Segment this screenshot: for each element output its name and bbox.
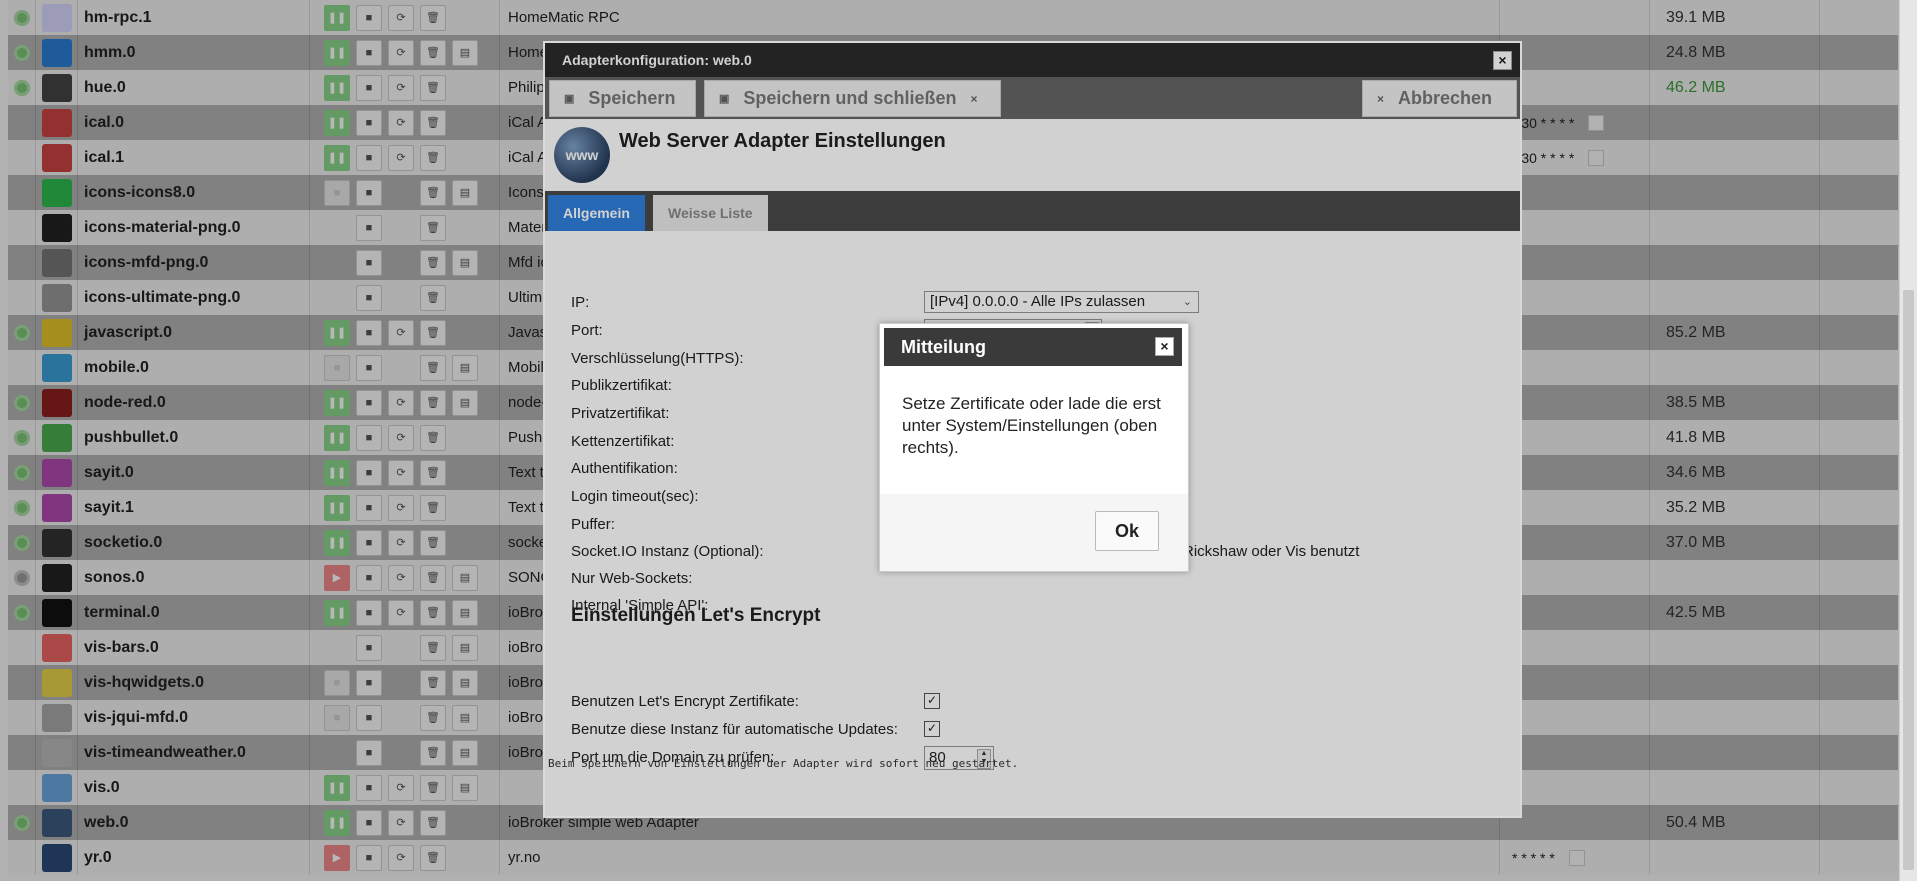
public-cert-label: Publikzertifikat: [571, 377, 672, 394]
socketio-label: Socket.IO Instanz (Optional): [571, 543, 764, 560]
save-close-button[interactable]: ▣ Speichern und schließen × [704, 80, 1001, 117]
scrollbar-thumb[interactable] [1903, 290, 1914, 870]
message-title: Mitteilung [901, 337, 986, 357]
ok-button[interactable]: Ok [1095, 511, 1159, 551]
close-icon: × [1377, 91, 1385, 106]
save-close-label: Speichern und schließen [743, 88, 957, 108]
le-auto-label: Benutze diese Instanz für automatische U… [571, 721, 898, 738]
ip-label: IP: [571, 294, 590, 311]
save-label: Speichern [588, 88, 676, 108]
floppy-icon: ▣ [564, 93, 575, 105]
chevron-down-icon: ⌄ [1182, 296, 1192, 308]
www-globe-icon: www [554, 127, 610, 183]
chain-cert-label: Kettenzertifikat: [571, 433, 675, 450]
message-titlebar: Mitteilung × [884, 328, 1182, 366]
page-scrollbar[interactable] [1899, 0, 1917, 881]
message-close-button[interactable]: × [1155, 337, 1174, 356]
cancel-label: Abbrechen [1398, 88, 1493, 108]
letsencrypt-heading: Einstellungen Let's Encrypt [571, 605, 821, 626]
message-body: Setze Zertificate oder lade die erst unt… [902, 394, 1161, 457]
cancel-button[interactable]: × Abbrechen [1362, 80, 1517, 117]
tab-weisse-liste[interactable]: Weisse Liste [653, 195, 768, 231]
auth-label: Authentifikation: [571, 460, 678, 477]
le-use-checkbox[interactable]: ✓ [924, 693, 940, 709]
dialog-titlebar: Adapterkonfiguration: web.0 × [545, 43, 1520, 77]
ip-value: [IPv4] 0.0.0.0 - Alle IPs zulassen [930, 293, 1146, 310]
private-cert-label: Privatzertifikat: [571, 405, 670, 422]
web-sockets-label: Nur Web-Sockets: [571, 570, 693, 587]
dialog-header: www Web Server Adapter Einstellungen [545, 119, 1520, 191]
tab-bar: Allgemein Weisse Liste [545, 191, 1520, 231]
ip-select[interactable]: [IPv4] 0.0.0.0 - Alle IPs zulassen ⌄ [924, 291, 1199, 313]
dialog-footnote: Beim Speichern von Einstellungen der Ada… [548, 757, 1019, 770]
floppy-icon: ▣ [719, 93, 730, 105]
https-label: Verschlüsselung(HTTPS): [571, 350, 744, 367]
socketio-hint: Rickshaw oder Vis benutzt [1183, 543, 1360, 560]
save-button[interactable]: ▣ Speichern [549, 80, 696, 117]
dialog-title: Adapterkonfiguration: web.0 [562, 52, 752, 68]
dialog-heading: Web Server Adapter Einstellungen [619, 130, 946, 152]
message-dialog: Mitteilung × Setze Zertificate oder lade… [879, 323, 1189, 572]
tab-allgemein[interactable]: Allgemein [548, 195, 645, 231]
dialog-close-button[interactable]: × [1493, 51, 1512, 70]
buffer-label: Puffer: [571, 516, 615, 533]
close-icon: × [970, 91, 978, 106]
dialog-toolbar: ▣ Speichern ▣ Speichern und schließen × … [545, 77, 1520, 119]
logo-text: www [565, 147, 599, 163]
port-label: Port: [571, 322, 603, 339]
le-use-label: Benutzen Let's Encrypt Zertifikate: [571, 693, 799, 710]
le-auto-checkbox[interactable]: ✓ [924, 721, 940, 737]
login-timeout-label: Login timeout(sec): [571, 488, 699, 505]
